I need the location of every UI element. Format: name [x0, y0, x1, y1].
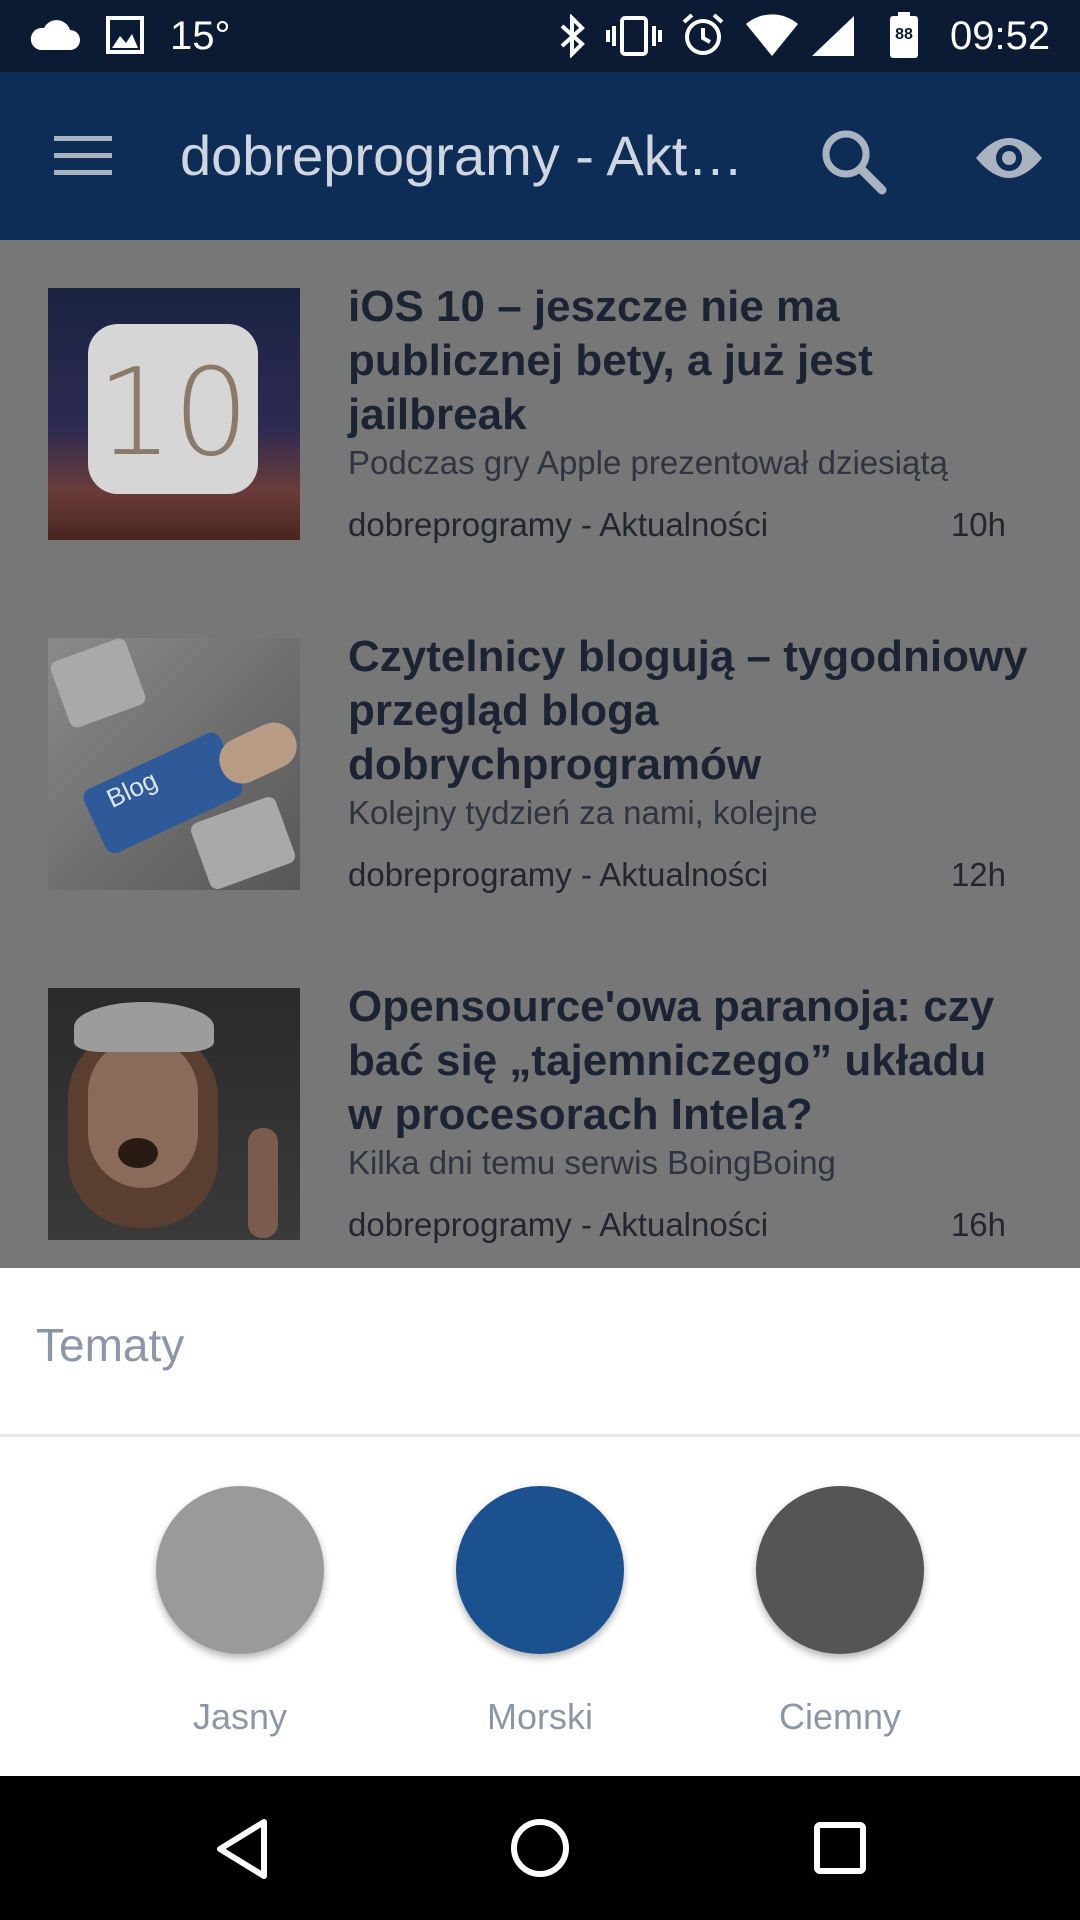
article-age: 12h [950, 856, 1006, 893]
theme-label: Ciemny [778, 1696, 902, 1737]
alarm-icon [680, 12, 726, 63]
article-source: dobreprogramy - Aktualności [348, 506, 769, 543]
app-title: dobreprogramy - Aktualności [180, 124, 770, 187]
menu-icon[interactable] [54, 134, 112, 183]
clock: 09:52 [950, 14, 1051, 58]
home-icon[interactable] [510, 1818, 570, 1883]
theme-swatch[interactable] [756, 1486, 924, 1654]
wifi-icon [744, 14, 800, 63]
article-snippet: Podczas gry Apple prezentował dziesiątą [348, 444, 948, 481]
theme-label: Jasny [192, 1696, 288, 1737]
theme-option-jasny[interactable]: Jasny [130, 1486, 350, 1756]
theme-option-ciemny[interactable]: Ciemny [730, 1486, 950, 1756]
article-source: dobreprogramy - Aktualności [348, 1206, 769, 1243]
cloud-icon [28, 18, 80, 57]
article-item[interactable]: Blog Czytelnicy blogują – tygodniowy prz… [0, 590, 1080, 940]
article-age: 16h [950, 1206, 1006, 1243]
article-snippet: Kilka dni temu serwis BoingBoing [348, 1144, 836, 1181]
ios-10-logo: 10 [96, 344, 250, 483]
search-icon[interactable] [818, 126, 888, 201]
signal-icon [810, 14, 856, 63]
app-bar: dobreprogramy - Aktualności [0, 72, 1080, 240]
article-age: 10h [950, 506, 1006, 543]
article-item[interactable]: Opensource'owa paranoja: czy bać się „ta… [0, 940, 1080, 1268]
theme-option-morski[interactable]: Morski [430, 1486, 650, 1756]
theme-label: Morski [487, 1696, 593, 1737]
article-snippet: Kolejny tydzień za nami, kolejne [348, 794, 818, 831]
theme-swatch[interactable] [456, 1486, 624, 1654]
image-icon [106, 16, 144, 59]
sheet-divider [0, 1434, 1080, 1437]
bluetooth-icon [556, 13, 588, 63]
article-title: Opensource'owa paranoja: czy bać się „ta… [348, 982, 995, 1139]
vibrate-icon [604, 14, 664, 63]
article-thumbnail: 10 [48, 288, 300, 540]
sheet-title: Tematy [36, 1319, 185, 1371]
eye-icon[interactable] [974, 132, 1044, 189]
recents-icon[interactable] [814, 1822, 866, 1879]
article-thumbnail: Blog [48, 638, 300, 890]
back-icon[interactable] [214, 1818, 270, 1885]
battery-level: 88 [895, 26, 913, 43]
article-source: dobreprogramy - Aktualności [348, 856, 769, 893]
article-title: Czytelnicy blogują – tygodniowy przegląd… [348, 632, 1028, 789]
temperature-text: 15° [170, 14, 231, 58]
article-thumbnail [48, 988, 300, 1240]
status-bar: 15° 88 09:52 [0, 0, 1080, 72]
article-list: 10 iOS 10 – jeszcze nie ma publicznej be… [0, 240, 1080, 1268]
article-item[interactable]: 10 iOS 10 – jeszcze nie ma publicznej be… [0, 240, 1080, 590]
article-title: iOS 10 – jeszcze nie ma publicznej bety,… [348, 282, 873, 439]
navigation-bar [0, 1776, 1080, 1920]
theme-swatch[interactable] [156, 1486, 324, 1654]
theme-bottom-sheet: Tematy Jasny Morski Ciemny [0, 1268, 1080, 1776]
